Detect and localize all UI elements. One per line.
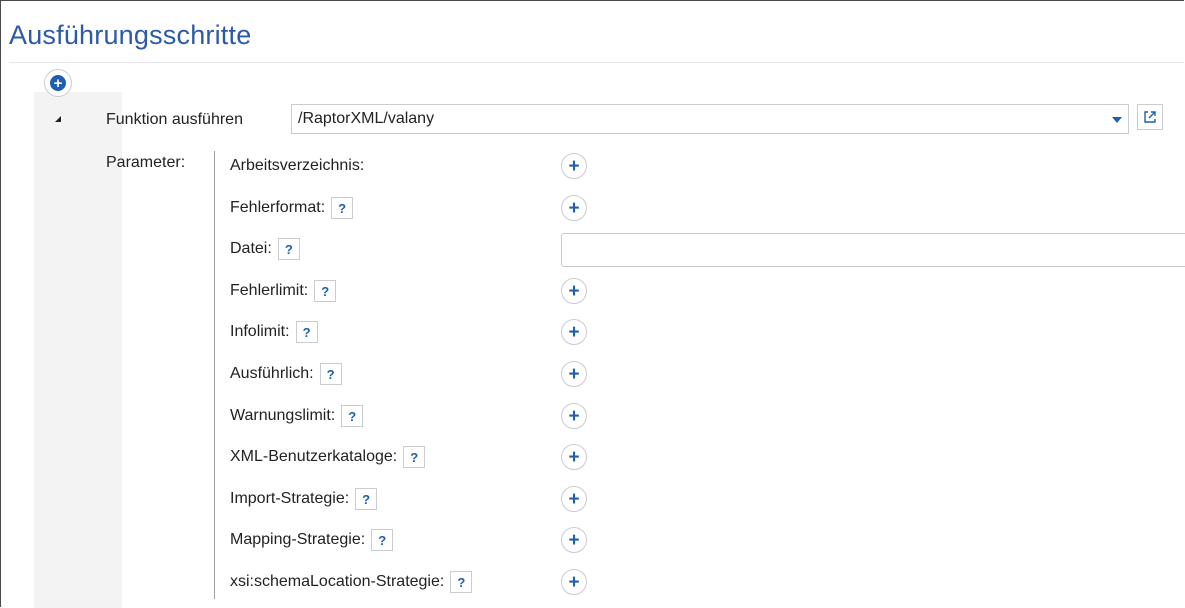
add-value-button[interactable]: + [561,195,587,221]
parameter-row: XML-Benutzerkataloge:? [230,443,426,471]
open-external-button[interactable] [1137,104,1163,130]
plus-icon: + [568,280,580,302]
function-label: Funktion ausführen [106,111,243,128]
parameters-label: Parameter: [106,154,186,171]
plus-icon: + [568,321,580,343]
parameter-row: Datei:? [230,235,300,263]
plus-icon: + [568,446,580,468]
parameter-label: XML-Benutzerkataloge: [230,448,398,465]
add-step-button[interactable]: + [44,69,72,97]
plus-icon: + [568,363,580,385]
parameter-row: Fehlerformat:? [230,194,354,222]
help-icon[interactable]: ? [371,529,394,551]
parameter-label: Datei: [230,240,272,257]
function-select-value: /RaptorXML/valany [298,110,435,127]
plus-icon: + [568,155,580,177]
help-icon[interactable]: ? [277,238,300,260]
plus-icon: + [568,488,580,510]
parameter-label: xsi:schemaLocation-Strategie: [230,573,445,590]
parameter-label: Infolimit: [230,323,290,340]
parameter-label: Mapping-Strategie: [230,531,366,548]
parameters-divider [214,151,215,599]
parameter-label: Ausführlich: [230,365,314,382]
parameter-row: Import-Strategie:? [230,485,378,513]
plus-icon: + [568,529,580,551]
plus-icon: + [568,197,580,219]
plus-icon: + [568,405,580,427]
parameter-row: Mapping-Strategie:? [230,526,394,554]
parameter-row: xsi:schemaLocation-Strategie:? [230,568,473,596]
parameter-label: Fehlerformat: [230,199,326,216]
help-icon[interactable]: ? [295,321,318,343]
add-value-button[interactable]: + [561,569,587,595]
help-icon[interactable]: ? [314,280,337,302]
help-icon[interactable]: ? [319,363,342,385]
add-value-button[interactable]: + [561,361,587,387]
parameter-row: Ausführlich:? [230,360,342,388]
collapse-triangle-icon[interactable] [55,116,61,122]
parameter-row: Warnungslimit:? [230,402,364,430]
help-icon[interactable]: ? [450,571,473,593]
add-value-button[interactable]: + [561,486,587,512]
add-value-button[interactable]: + [561,444,587,470]
add-value-button[interactable]: + [561,319,587,345]
help-icon[interactable]: ? [355,488,378,510]
parameter-label: Warnungslimit: [230,407,336,424]
help-icon[interactable]: ? [403,446,426,468]
external-link-icon [1144,111,1156,123]
chevron-down-icon[interactable] [1112,117,1122,123]
help-icon[interactable]: ? [331,197,354,219]
page-title: Ausführungsschritte [9,20,252,50]
function-select[interactable]: /RaptorXML/valany [291,104,1129,134]
add-value-button[interactable]: + [561,403,587,429]
datei-input[interactable] [561,233,1185,267]
parameter-label: Arbeitsverzeichnis: [230,157,365,174]
step-panel [34,92,1185,608]
parameter-row: Arbeitsverzeichnis: [230,152,364,180]
plus-icon: + [568,571,580,593]
parameter-row: Fehlerlimit:? [230,277,337,305]
parameter-label: Import-Strategie: [230,490,350,507]
plus-icon: + [50,75,66,91]
parameter-label: Fehlerlimit: [230,282,309,299]
header-divider [9,62,1184,63]
add-value-button[interactable]: + [561,527,587,553]
parameter-row: Infolimit:? [230,318,318,346]
help-icon[interactable]: ? [341,405,364,427]
add-value-button[interactable]: + [561,278,587,304]
add-value-button[interactable]: + [561,153,587,179]
